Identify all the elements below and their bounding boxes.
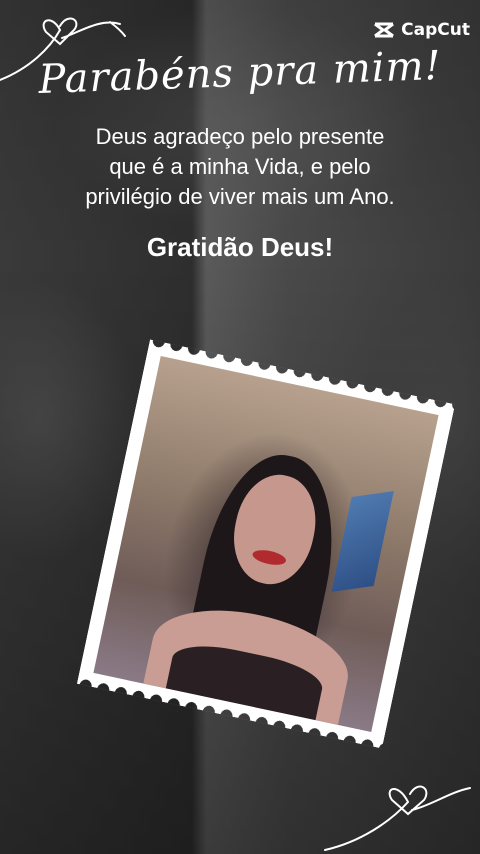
brand-name: CapCut <box>401 20 470 40</box>
portrait-photo <box>93 356 439 732</box>
capcut-logo-icon <box>374 22 395 38</box>
card-message: Deus agradeço pelo presente que é a minh… <box>40 122 440 212</box>
capcut-logo: CapCut <box>373 20 470 40</box>
message-line: Deus agradeço pelo presente <box>95 124 385 149</box>
message-line: que é a minha Vida, e pelo <box>109 154 371 179</box>
heart-doodle-bottom-right-icon <box>324 785 471 851</box>
hammock-shape <box>331 490 394 592</box>
message-line: privilégio de viver mais um Ano. <box>85 184 395 209</box>
gratitude-heading: Gratidão Deus! <box>146 232 334 262</box>
